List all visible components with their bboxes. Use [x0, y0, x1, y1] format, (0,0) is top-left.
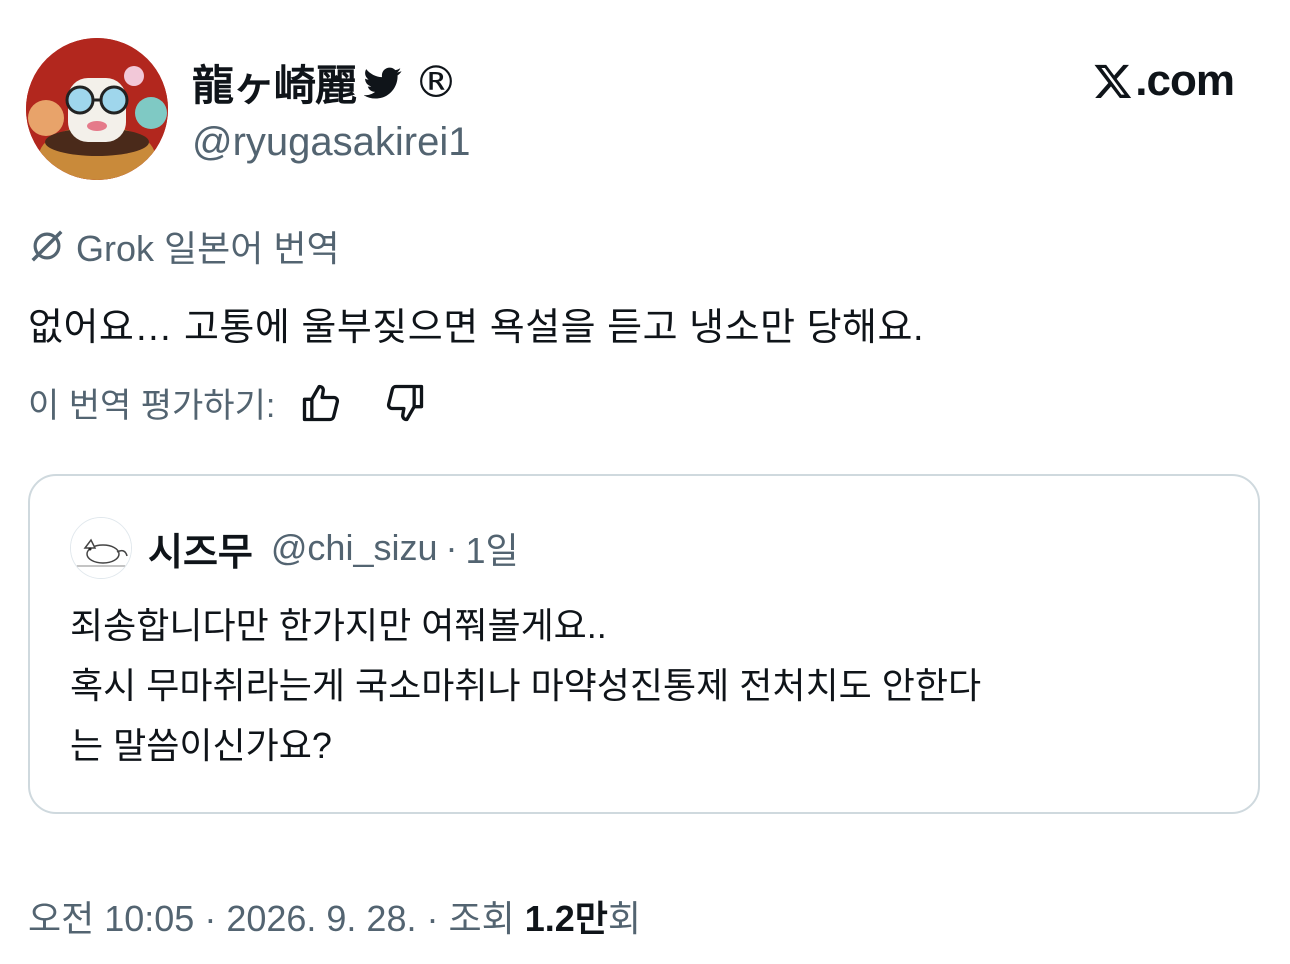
quoted-text-line: 죄송합니다만 한가지만 여쭤볼게요..	[70, 605, 607, 646]
tweet-header: 龍ヶ崎麗 ® @ryugasakirei1 .com	[26, 38, 1266, 180]
tweet-metadata: 오전 10:05 · 2026. 9. 28. · 조회 1.2만 회	[28, 890, 641, 942]
view-count-suffix: 회	[607, 898, 642, 939]
quoted-text-line: 는 말씀이신가요?	[70, 725, 332, 766]
author-avatar[interactable]	[26, 38, 168, 180]
x-logo-icon	[1093, 61, 1133, 101]
grok-translation-label: Grok 일본어 번역	[28, 220, 340, 272]
rate-translation: 이 번역 평가하기:	[28, 378, 427, 427]
quoted-tweet-header: 시즈무 @chi_sizu · 1일	[70, 516, 519, 580]
translation-source-label: Grok 일본어 번역	[76, 228, 340, 269]
quoted-author-name[interactable]: 시즈무	[148, 521, 253, 576]
author-handle[interactable]: @ryugasakirei1	[192, 120, 471, 165]
dot-separator: ·	[445, 527, 458, 568]
quoted-author-avatar[interactable]	[70, 517, 132, 579]
quoted-text-line: 혹시 무마취라는게 국소마취나 마약성진통제 전처치도 안한다	[70, 665, 982, 706]
grok-icon	[28, 227, 66, 265]
twitter-bird-icon	[363, 64, 402, 102]
quoted-tweet-card[interactable]: 시즈무 @chi_sizu · 1일 죄송합니다만 한가지만 여쭤볼게요.. 혹…	[28, 474, 1260, 814]
view-count[interactable]: 1.2만	[525, 890, 608, 942]
rate-translation-label: 이 번역 평가하기:	[28, 387, 276, 425]
author-display-name[interactable]: 龍ヶ崎麗	[192, 52, 357, 113]
x-brand: .com	[1093, 56, 1235, 106]
registered-mark-icon: ®	[414, 56, 459, 108]
quoted-author-handle[interactable]: @chi_sizu	[271, 527, 438, 569]
quoted-tweet-text: 죄송합니다만 한가지만 여쭤볼게요.. 혹시 무마취라는게 국소마취나 마약성진…	[70, 596, 1230, 776]
thumbs-down-icon[interactable]	[383, 381, 427, 425]
tweet-timestamp[interactable]: 오전 10:05 · 2026. 9. 28. · 조회	[28, 890, 525, 942]
translated-tweet-text: 없어요… 고통에 울부짖으면 욕설을 듣고 냉소만 당해요.	[28, 307, 925, 349]
x-domain-text: .com	[1135, 56, 1235, 105]
quoted-tweet-time[interactable]: 1일	[466, 522, 519, 574]
thumbs-up-icon[interactable]	[299, 381, 343, 425]
